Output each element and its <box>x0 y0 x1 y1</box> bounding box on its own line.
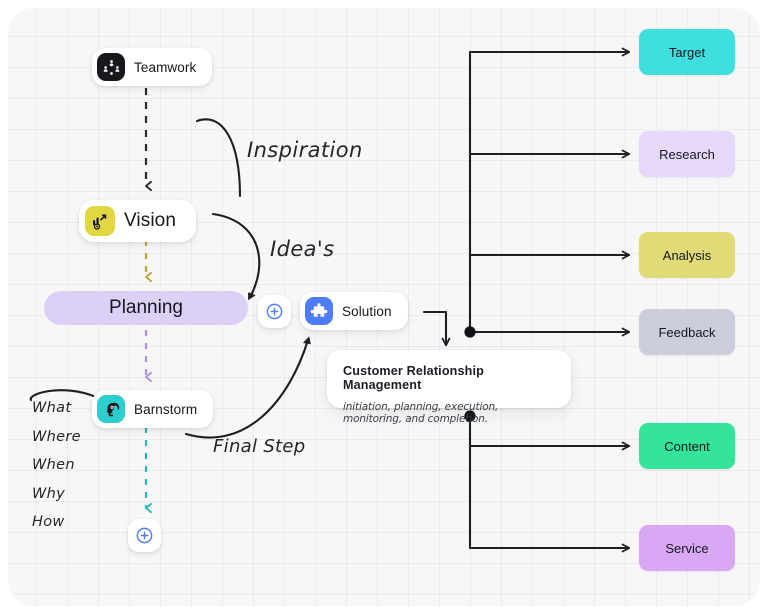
output-box-feedback[interactable]: Feedback <box>639 309 735 355</box>
crm-card[interactable]: Customer Relationship Management initiat… <box>327 350 571 425</box>
plus-circle-icon <box>265 302 284 321</box>
node-barnstorm[interactable]: Barnstorm <box>92 390 214 428</box>
question-word-how: How <box>32 514 65 530</box>
output-label: Research <box>659 146 715 162</box>
crm-card-subtitle: initiation, planning, execution, monitor… <box>343 401 499 425</box>
output-label: Feedback <box>658 324 716 340</box>
crm-card-title: Customer Relationship Management <box>343 364 484 392</box>
output-label: Content <box>664 438 710 454</box>
node-label: Vision <box>124 210 177 231</box>
question-word-what: What <box>32 400 72 416</box>
annotation-ideas: Idea's <box>270 237 335 261</box>
node-label: Teamwork <box>134 59 197 75</box>
node-label: Solution <box>342 303 392 319</box>
annotation-inspiration: Inspiration <box>247 138 363 162</box>
add-node-button-below-barnstorm[interactable] <box>128 519 161 552</box>
output-box-content[interactable]: Content <box>639 423 735 469</box>
node-planning[interactable]: Planning <box>44 291 248 325</box>
node-label: Barnstorm <box>134 401 198 417</box>
output-label: Analysis <box>662 247 712 263</box>
output-box-research[interactable]: Research <box>639 131 735 177</box>
annotation-final-step: Final Step <box>213 436 306 457</box>
barnstorm-icon <box>97 395 125 423</box>
output-box-analysis[interactable]: Analysis <box>639 232 735 278</box>
node-solution[interactable]: Solution <box>300 292 408 330</box>
output-box-target[interactable]: Target <box>639 29 735 75</box>
vision-icon <box>85 206 115 236</box>
node-label: Planning <box>109 297 183 318</box>
flowchart-app: Teamwork Vision Barnstorm Solution Plann… <box>0 0 768 614</box>
node-vision[interactable]: Vision <box>79 200 197 242</box>
output-label: Target <box>668 44 706 60</box>
output-label: Service <box>665 540 709 556</box>
output-box-service[interactable]: Service <box>639 525 735 571</box>
node-teamwork[interactable]: Teamwork <box>92 48 213 86</box>
plus-circle-icon <box>135 526 154 545</box>
question-word-why: Why <box>32 486 66 502</box>
question-word-where: Where <box>32 429 81 445</box>
question-word-when: When <box>32 457 75 473</box>
add-node-button-after-planning[interactable] <box>258 295 291 328</box>
teamwork-icon <box>97 53 125 81</box>
puzzle-icon <box>305 297 333 325</box>
